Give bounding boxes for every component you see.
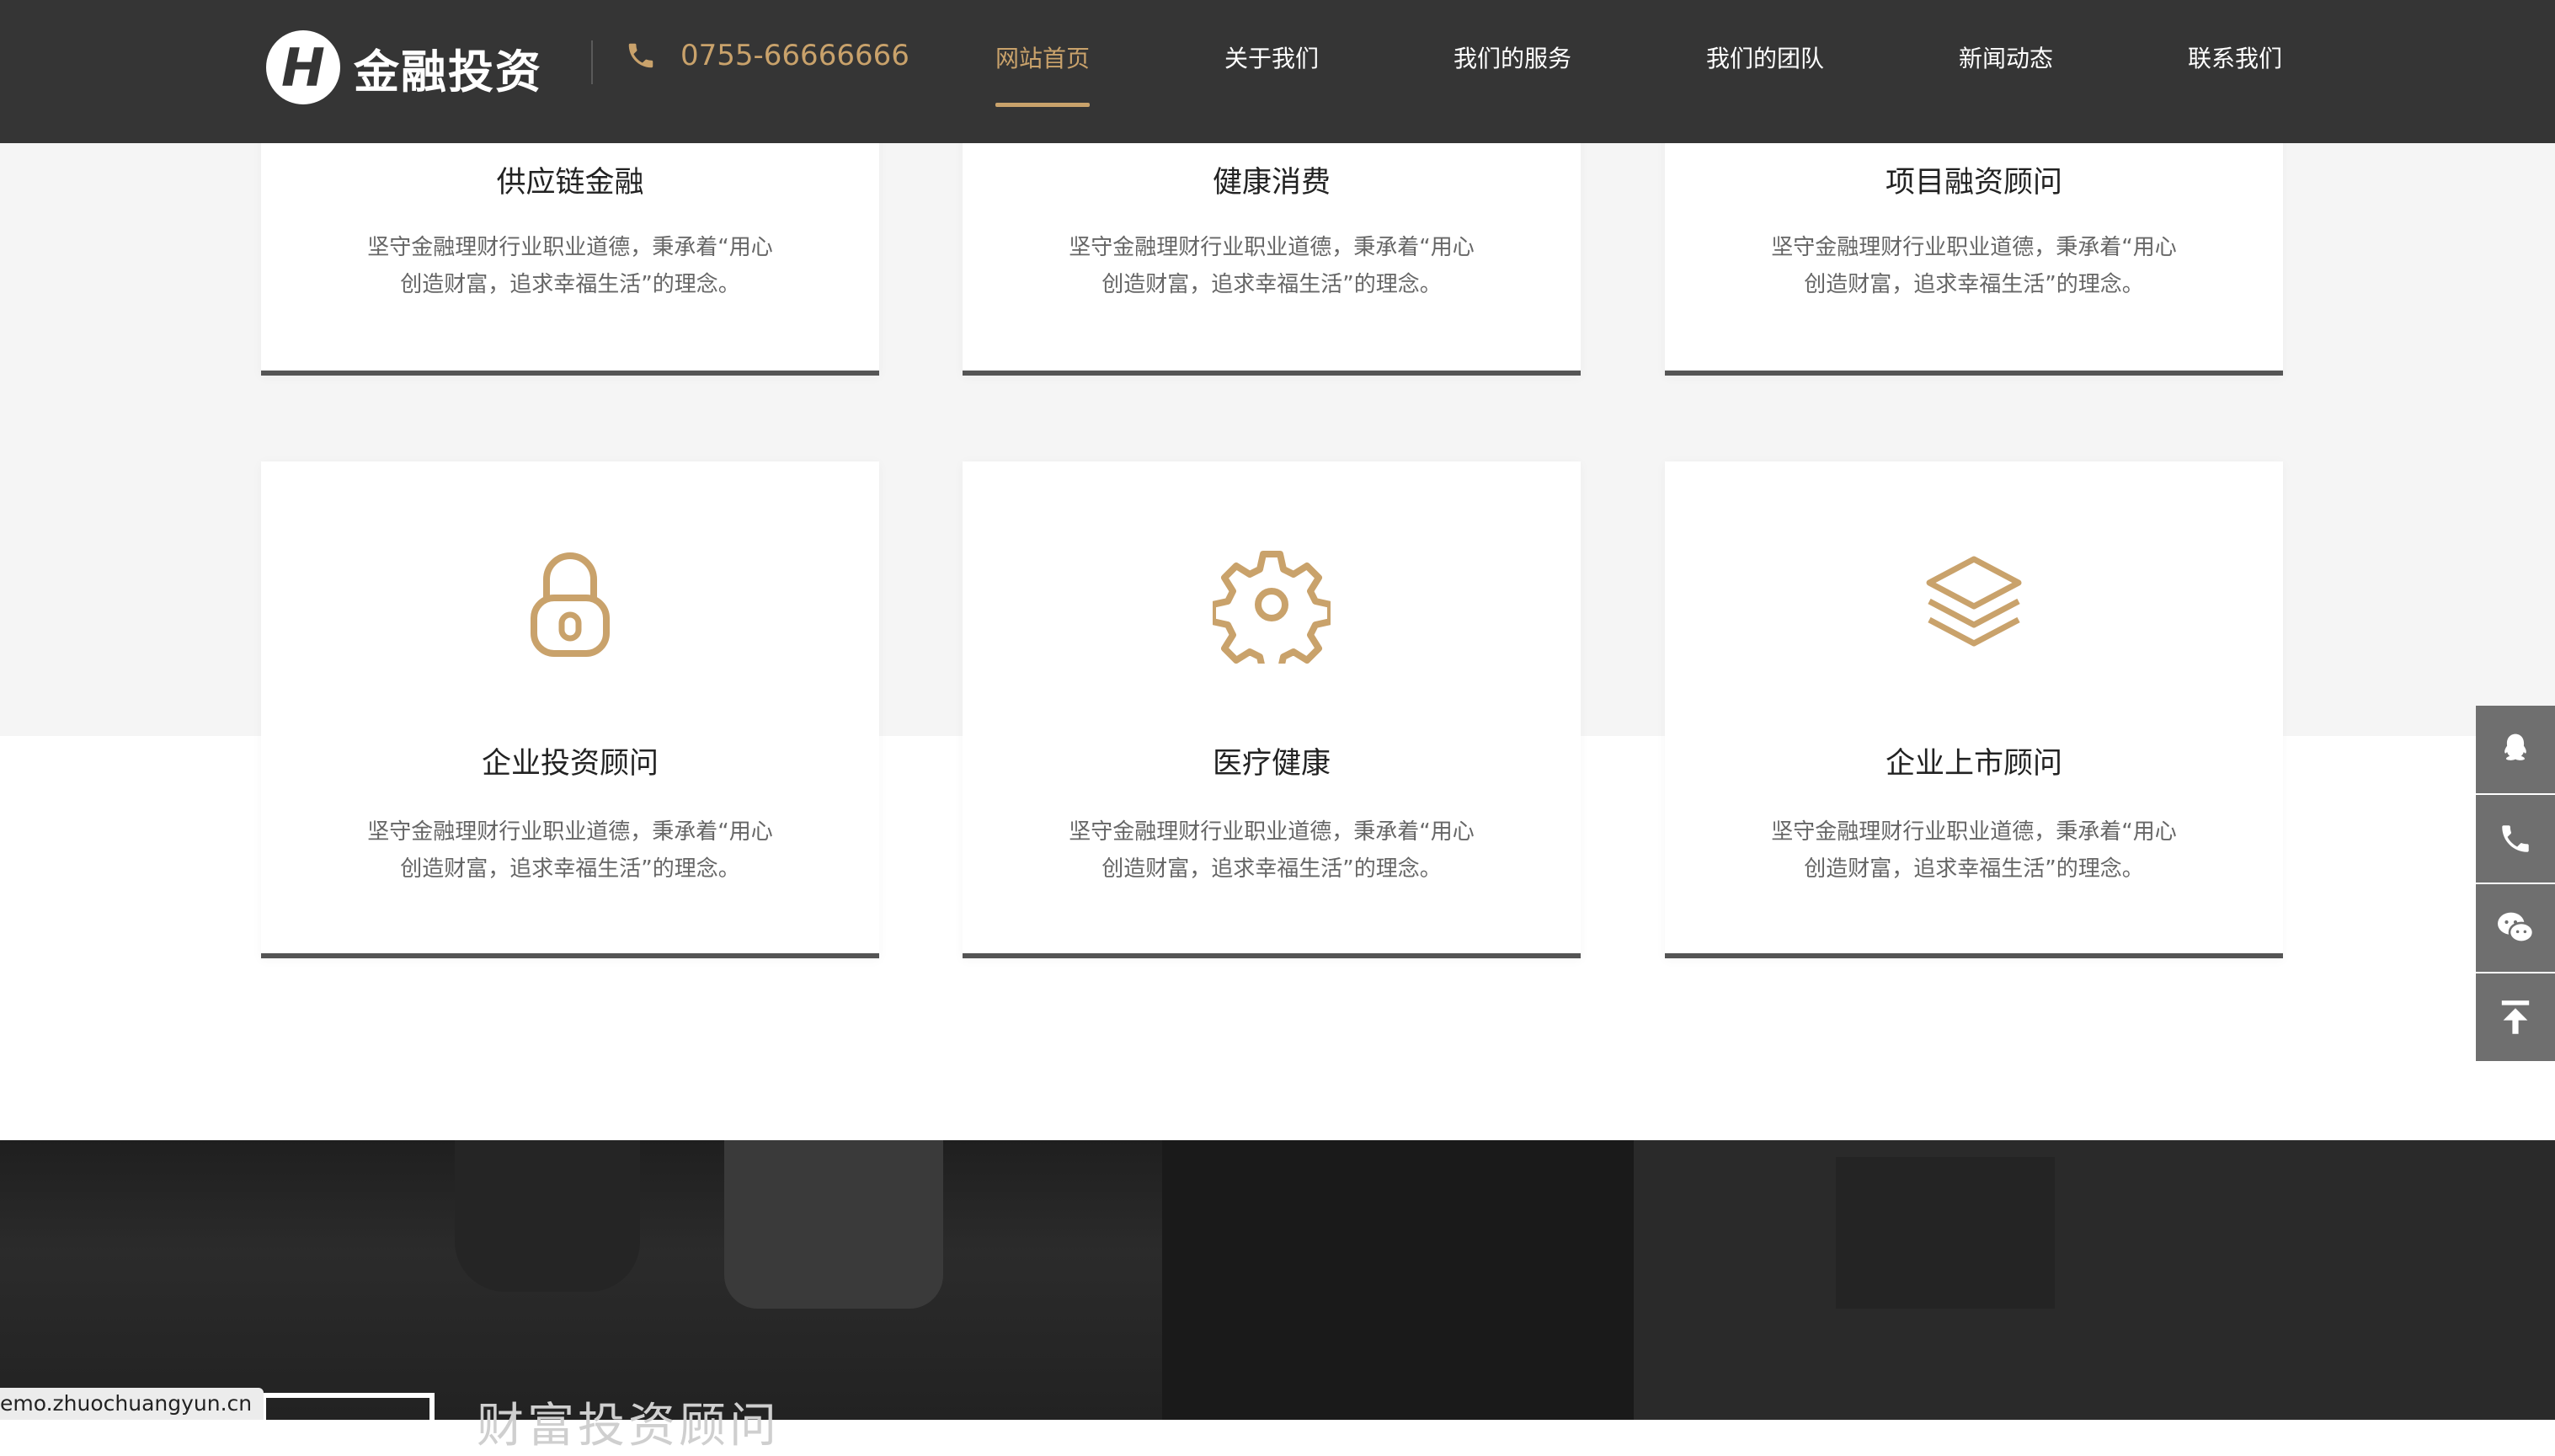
service-description: 坚守金融理财行业职业道德，秉承着“用心 创造财富，追求幸福生活”的理念。 bbox=[963, 813, 1581, 888]
service-desc-line: 坚守金融理财行业职业道德，秉承着“用心 bbox=[1771, 235, 2177, 260]
logo-text: 金融投资 bbox=[354, 45, 542, 99]
phone-icon bbox=[628, 43, 653, 68]
phone-button[interactable] bbox=[2476, 795, 2555, 883]
nav-services[interactable]: 我们的服务 bbox=[1454, 40, 1571, 74]
qq-button[interactable] bbox=[2476, 706, 2555, 793]
service-description: 坚守金融理财行业职业道德，秉承着“用心 创造财富，追求幸福生活”的理念。 bbox=[1665, 229, 2283, 303]
site-logo[interactable]: H 金融投资 bbox=[266, 29, 542, 106]
phone-icon bbox=[2502, 825, 2529, 852]
service-card[interactable]: 供应链金融 坚守金融理财行业职业道德，秉承着“用心 创造财富，追求幸福生活”的理… bbox=[261, 126, 879, 376]
service-title: 供应链金融 bbox=[496, 166, 644, 200]
service-title: 企业上市顾问 bbox=[1885, 747, 2062, 781]
gear-icon bbox=[1213, 551, 1331, 664]
service-card[interactable]: 企业投资顾问 坚守金融理财行业职业道德，秉承着“用心 创造财富，追求幸福生活”的… bbox=[261, 461, 879, 958]
wechat-icon bbox=[2498, 912, 2535, 943]
section-title: 财富投资顾问 bbox=[477, 1399, 780, 1453]
nav-about[interactable]: 关于我们 bbox=[1224, 40, 1319, 74]
header-phone: 0755-66666666 bbox=[625, 39, 909, 72]
bottom-banner-image bbox=[0, 1140, 2555, 1420]
service-desc-line: 坚守金融理财行业职业道德，秉承着“用心 bbox=[1771, 819, 2177, 845]
service-desc-line: 坚守金融理财行业职业道德，秉承着“用心 bbox=[367, 235, 773, 260]
service-title: 企业投资顾问 bbox=[481, 747, 659, 781]
qq-icon bbox=[2504, 733, 2526, 760]
service-card[interactable]: 医疗健康 坚守金融理财行业职业道德，秉承着“用心 创造财富，追求幸福生活”的理念… bbox=[963, 461, 1581, 958]
service-desc-line: 坚守金融理财行业职业道德，秉承着“用心 bbox=[1069, 235, 1475, 260]
floating-toolbar bbox=[2476, 706, 2555, 1063]
nav-contact[interactable]: 联系我们 bbox=[2188, 40, 2282, 74]
service-title: 健康消费 bbox=[1212, 166, 1331, 200]
service-card[interactable]: 项目融资顾问 坚守金融理财行业职业道德，秉承着“用心 创造财富，追求幸福生活”的… bbox=[1665, 126, 2283, 376]
service-title: 医疗健康 bbox=[1212, 747, 1331, 781]
service-description: 坚守金融理财行业职业道德，秉承着“用心 创造财富，追求幸福生活”的理念。 bbox=[261, 229, 879, 303]
service-desc-line: 创造财富，追求幸福生活”的理念。 bbox=[400, 272, 740, 297]
layers-icon bbox=[1926, 556, 2022, 647]
nav-news[interactable]: 新闻动态 bbox=[1959, 40, 2053, 74]
nav-home[interactable]: 网站首页 bbox=[995, 40, 1090, 74]
service-desc-line: 坚守金融理财行业职业道德，秉承着“用心 bbox=[1069, 819, 1475, 845]
lock-icon bbox=[531, 552, 610, 657]
phone-number: 0755-66666666 bbox=[680, 39, 909, 72]
service-desc-line: 创造财富，追求幸福生活”的理念。 bbox=[1101, 272, 1442, 297]
service-card[interactable]: 健康消费 坚守金融理财行业职业道德，秉承着“用心 创造财富，追求幸福生活”的理念… bbox=[963, 126, 1581, 376]
logo-mark: H bbox=[266, 30, 340, 104]
service-desc-line: 创造财富，追求幸福生活”的理念。 bbox=[1804, 272, 2144, 297]
service-description: 坚守金融理财行业职业道德，秉承着“用心 创造财富，追求幸福生活”的理念。 bbox=[1665, 813, 2283, 888]
service-description: 坚守金融理财行业职业道德，秉承着“用心 创造财富，追求幸福生活”的理念。 bbox=[261, 813, 879, 888]
service-desc-line: 创造财富，追求幸福生活”的理念。 bbox=[1804, 856, 2144, 882]
header-divider bbox=[591, 40, 593, 84]
wechat-button[interactable] bbox=[2476, 884, 2555, 972]
service-desc-line: 坚守金融理财行业职业道德，秉承着“用心 bbox=[367, 819, 773, 845]
back-to-top-icon bbox=[2501, 1000, 2530, 1034]
nav-active-indicator bbox=[995, 103, 1090, 107]
site-header: H 金融投资 0755-66666666 网站首页 关于我们 我们的服务 我们的… bbox=[0, 0, 2555, 143]
section-decor-box bbox=[261, 1393, 435, 1432]
service-desc-line: 创造财富，追求幸福生活”的理念。 bbox=[400, 856, 740, 882]
service-description: 坚守金融理财行业职业道德，秉承着“用心 创造财富，追求幸福生活”的理念。 bbox=[963, 229, 1581, 303]
service-title: 项目融资顾问 bbox=[1885, 166, 2062, 200]
status-bar-url: emo.zhuochuangyun.cn bbox=[0, 1388, 264, 1420]
nav-team[interactable]: 我们的团队 bbox=[1706, 40, 1824, 74]
back-to-top-button[interactable] bbox=[2476, 973, 2555, 1061]
service-card[interactable]: 企业上市顾问 坚守金融理财行业职业道德，秉承着“用心 创造财富，追求幸福生活”的… bbox=[1665, 461, 2283, 958]
service-desc-line: 创造财富，追求幸福生活”的理念。 bbox=[1101, 856, 1442, 882]
